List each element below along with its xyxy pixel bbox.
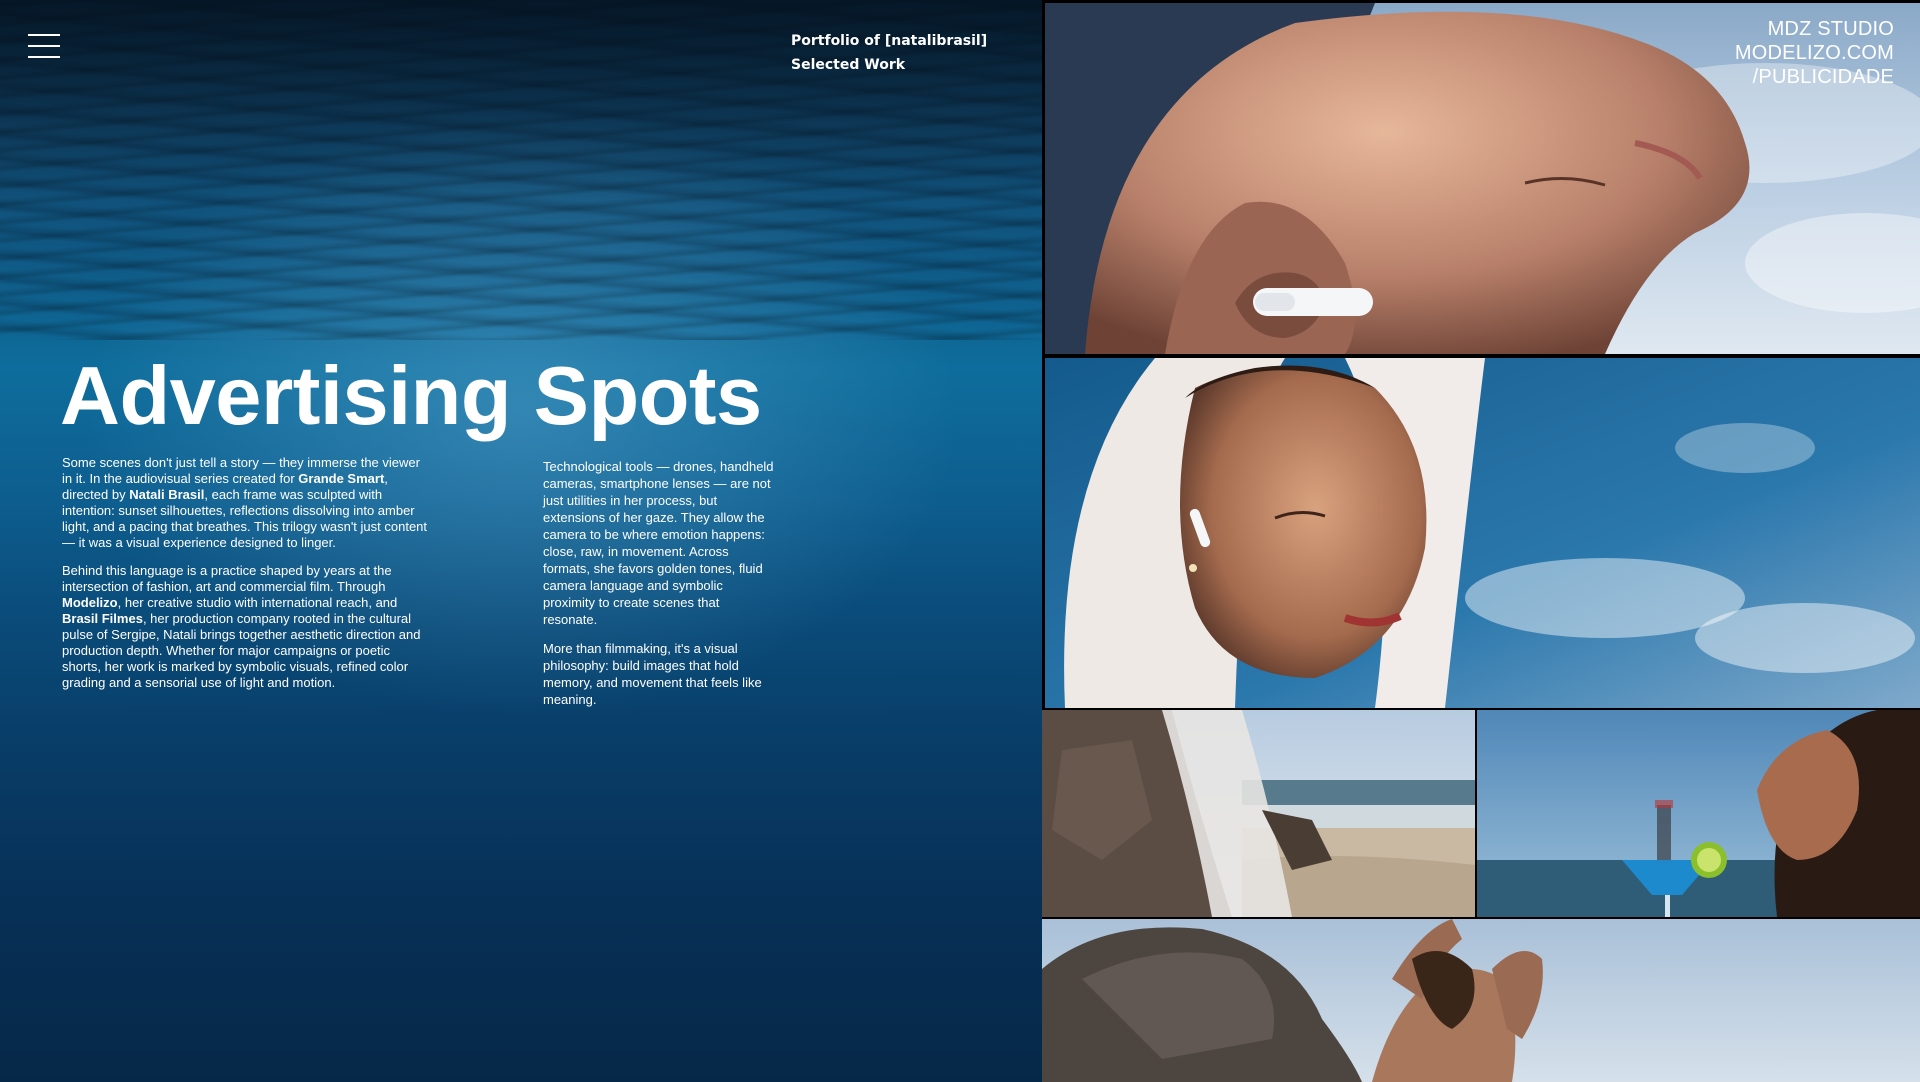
studio-website: MODELIZO.COM <box>1734 42 1894 64</box>
philosophy-paragraph-2: More than filmmaking, it's a visual phil… <box>543 641 762 707</box>
menu-bar <box>28 34 60 36</box>
gallery-image-sky-portrait[interactable] <box>1045 358 1920 708</box>
intro-text-column: Some scenes don't just tell a story — th… <box>62 455 427 703</box>
rock-pose-illustration <box>1042 919 1920 1082</box>
studio-name: MDZ STUDIO <box>1767 18 1894 40</box>
studio-name-modelizo: Modelizo <box>62 595 118 610</box>
gallery-image-cocktail[interactable] <box>1477 710 1920 917</box>
intro-text: , her creative studio with international… <box>117 595 398 610</box>
rocky-beach-illustration <box>1042 710 1475 917</box>
gallery-image-rocky-beach[interactable] <box>1042 710 1475 917</box>
studio-credit[interactable]: MDZ STUDIO MODELIZO.COM /PUBLICIDADE <box>1735 17 1894 89</box>
sky-portrait-illustration <box>1045 358 1920 708</box>
intro-text: Behind this language is a practice shape… <box>62 563 392 594</box>
image-gallery: MDZ STUDIO MODELIZO.COM /PUBLICIDADE <box>1042 0 1920 1082</box>
cocktail-illustration <box>1477 710 1920 917</box>
studio-section-path: /PUBLICIDADE <box>1752 66 1894 88</box>
philosophy-text-column: Technological tools — drones, handheld c… <box>543 458 775 720</box>
selected-work-label[interactable]: Selected Work <box>791 53 987 77</box>
director-name: Natali Brasil <box>129 487 205 502</box>
gallery-image-rock-pose[interactable] <box>1042 919 1920 1082</box>
intro-paragraph-2: Behind this language is a practice shape… <box>62 563 427 691</box>
intro-paragraph-1: Some scenes don't just tell a story — th… <box>62 455 427 551</box>
hamburger-menu-icon[interactable] <box>28 34 60 58</box>
ocean-hero-panel: Portfolio of [natalibrasil] Selected Wor… <box>0 0 1042 1082</box>
client-name-grande-smart: Grande Smart <box>298 471 385 486</box>
portfolio-page: Portfolio of [natalibrasil] Selected Wor… <box>0 0 1920 1082</box>
philosophy-paragraph-1: Technological tools — drones, handheld c… <box>543 459 774 627</box>
portfolio-meta: Portfolio of [natalibrasil] Selected Wor… <box>791 29 987 77</box>
menu-bar <box>28 45 60 47</box>
menu-bar <box>28 56 60 58</box>
page-title: Advertising Spots <box>60 349 762 442</box>
portfolio-owner-label[interactable]: Portfolio of [natalibrasil] <box>791 29 987 53</box>
production-company-name: Brasil Filmes <box>62 611 143 626</box>
